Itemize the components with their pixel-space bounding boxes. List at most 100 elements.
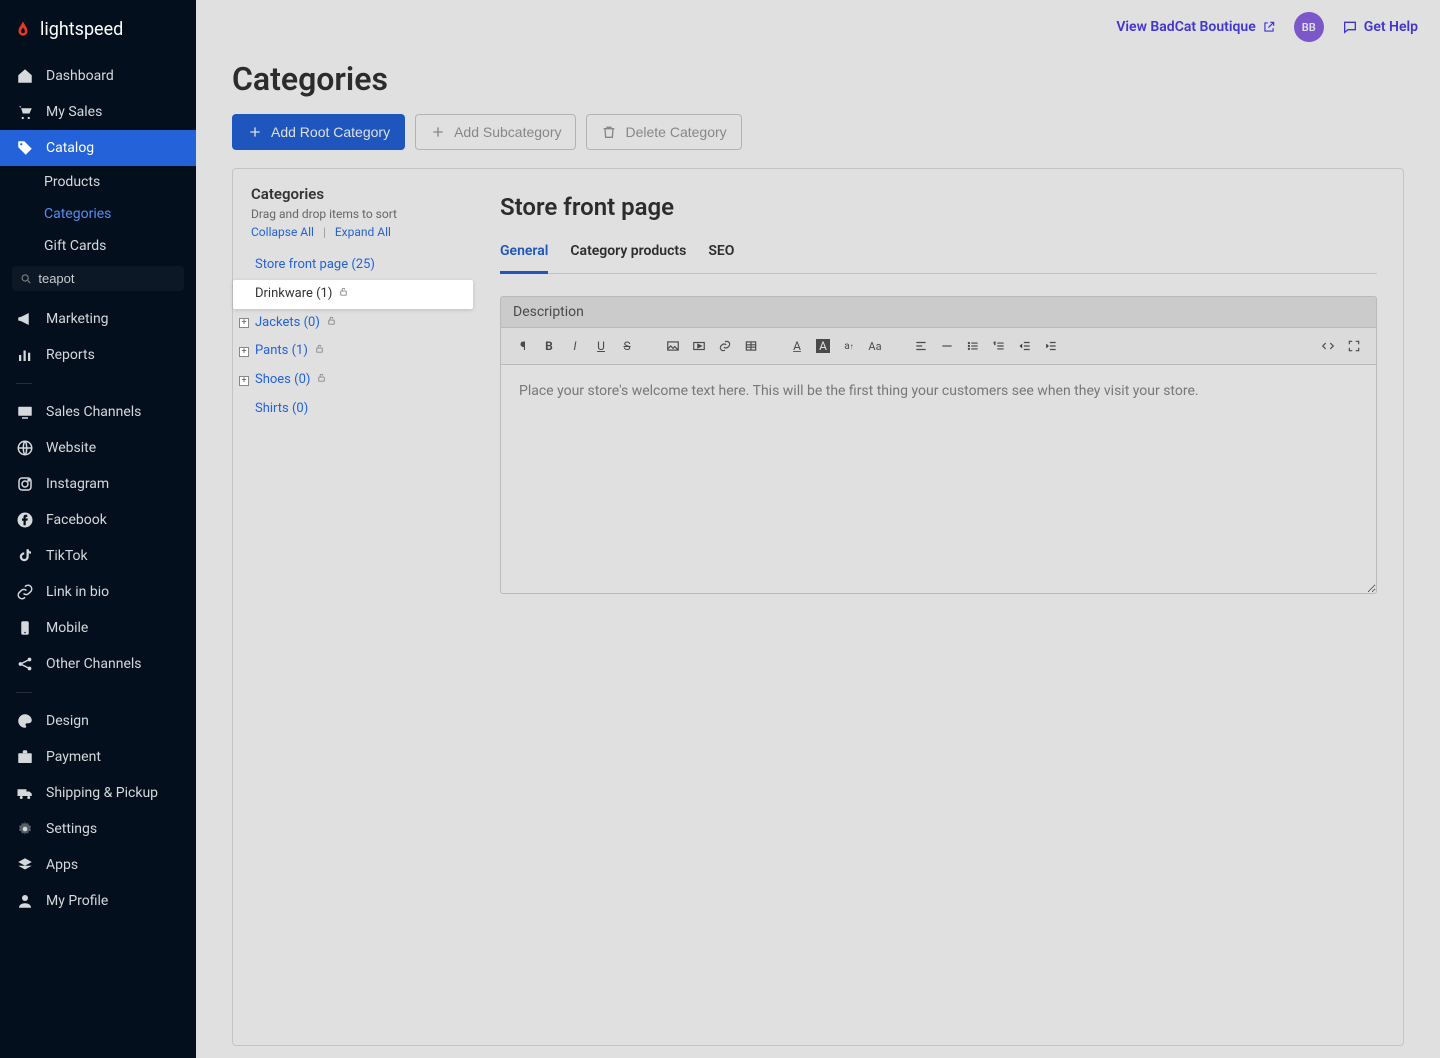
- sidebar-item-reports[interactable]: Reports: [0, 337, 196, 373]
- logo: lightspeed: [0, 0, 196, 58]
- tree-item-drinkware[interactable]: Drinkware (1): [233, 280, 473, 309]
- text-color-icon[interactable]: A: [785, 334, 809, 358]
- svg-text:1: 1: [994, 341, 996, 345]
- underline-icon[interactable]: U: [589, 334, 613, 358]
- expander-icon[interactable]: +: [239, 376, 249, 386]
- strike-icon[interactable]: S: [615, 334, 639, 358]
- tree-item-pants[interactable]: + Pants (1): [233, 337, 473, 366]
- ol-icon[interactable]: 1: [987, 334, 1011, 358]
- sidebar-item-apps[interactable]: Apps: [0, 847, 196, 883]
- plus-icon: [247, 124, 263, 140]
- italic-icon[interactable]: I: [563, 334, 587, 358]
- bg-color-icon[interactable]: A: [811, 334, 835, 358]
- view-store-link[interactable]: View BadCat Boutique: [1116, 19, 1275, 35]
- subitem-gift-cards[interactable]: Gift Cards: [44, 230, 196, 262]
- sidebar-item-shipping[interactable]: Shipping & Pickup: [0, 775, 196, 811]
- avatar[interactable]: BB: [1294, 12, 1324, 42]
- divider: [16, 383, 32, 384]
- sidebar-item-mobile[interactable]: Mobile: [0, 610, 196, 646]
- tree-item-store-front[interactable]: Store front page (25): [233, 251, 473, 280]
- plus-icon: [430, 124, 446, 140]
- sidebar-item-marketing[interactable]: Marketing: [0, 301, 196, 337]
- rte-toolbar: ¶ B I U S A A a↑ Aa: [500, 327, 1377, 364]
- add-subcategory-button[interactable]: Add Subcategory: [415, 114, 576, 150]
- sidebar-item-dashboard[interactable]: Dashboard: [0, 58, 196, 94]
- fullscreen-icon[interactable]: [1342, 334, 1366, 358]
- sidebar-item-label: Sales Channels: [46, 404, 141, 420]
- hr-icon[interactable]: [935, 334, 959, 358]
- case-icon[interactable]: Aa: [863, 334, 887, 358]
- sidebar-search[interactable]: [12, 266, 184, 291]
- flame-icon: [14, 18, 32, 40]
- expander-icon[interactable]: +: [239, 318, 249, 328]
- tag-icon: [16, 139, 34, 157]
- sidebar-item-label: My Sales: [46, 104, 102, 120]
- sidebar-item-label: Payment: [46, 749, 101, 765]
- table-icon[interactable]: [739, 334, 763, 358]
- description-label: Description: [500, 296, 1377, 327]
- paragraph-icon[interactable]: ¶: [511, 334, 535, 358]
- sidebar-item-label: Apps: [46, 857, 78, 873]
- user-icon: [16, 892, 34, 910]
- tree-item-jackets[interactable]: + Jackets (0): [233, 309, 473, 338]
- sidebar-item-label: Dashboard: [46, 68, 114, 84]
- tab-seo[interactable]: SEO: [708, 237, 734, 273]
- megaphone-icon: [16, 310, 34, 328]
- btn-label: Add Subcategory: [454, 124, 561, 140]
- subitem-products[interactable]: Products: [44, 166, 196, 198]
- btn-label: Add Root Category: [271, 124, 390, 140]
- bold-icon[interactable]: B: [537, 334, 561, 358]
- sidebar-item-link-in-bio[interactable]: Link in bio: [0, 574, 196, 610]
- sidebar-item-label: Design: [46, 713, 89, 729]
- sidebar-item-website[interactable]: Website: [0, 430, 196, 466]
- tree-list: Store front page (25) Drinkware (1) + Ja…: [233, 251, 473, 424]
- sidebar-item-my-profile[interactable]: My Profile: [0, 883, 196, 919]
- video-icon[interactable]: [687, 334, 711, 358]
- delete-category-button[interactable]: Delete Category: [586, 114, 741, 150]
- sidebar-item-payment[interactable]: Payment: [0, 739, 196, 775]
- sidebar-item-sales-channels[interactable]: Sales Channels: [0, 394, 196, 430]
- get-help-link[interactable]: Get Help: [1342, 19, 1418, 35]
- sidebar-item-label: Website: [46, 440, 96, 456]
- editor-panel: Store front page General Category produc…: [474, 169, 1403, 1045]
- subitem-categories[interactable]: Categories: [44, 198, 196, 230]
- page-title: Categories: [196, 42, 1440, 114]
- mobile-icon: [16, 619, 34, 637]
- sidebar-item-design[interactable]: Design: [0, 703, 196, 739]
- align-icon[interactable]: [909, 334, 933, 358]
- lock-icon: [326, 313, 337, 334]
- topbar: View BadCat Boutique BB Get Help: [196, 0, 1440, 42]
- outdent-icon[interactable]: [1013, 334, 1037, 358]
- sidebar-item-instagram[interactable]: Instagram: [0, 466, 196, 502]
- link-tool-icon[interactable]: [713, 334, 737, 358]
- sidebar-item-label: My Profile: [46, 893, 108, 909]
- lock-icon: [314, 341, 325, 362]
- tree-item-shoes[interactable]: + Shoes (0): [233, 366, 473, 395]
- image-icon[interactable]: [661, 334, 685, 358]
- description-editor[interactable]: Place your store's welcome text here. Th…: [500, 364, 1377, 594]
- tab-general[interactable]: General: [500, 237, 548, 274]
- font-size-icon[interactable]: a↑: [837, 334, 861, 358]
- sidebar-item-other-channels[interactable]: Other Channels: [0, 646, 196, 682]
- catalog-submenu: Products Categories Gift Cards: [0, 166, 196, 262]
- sidebar-item-catalog[interactable]: Catalog: [0, 130, 196, 166]
- tree-item-shirts[interactable]: Shirts (0): [233, 395, 473, 424]
- expander-icon[interactable]: +: [239, 347, 249, 357]
- sidebar-item-facebook[interactable]: Facebook: [0, 502, 196, 538]
- sidebar-item-label: Reports: [46, 347, 95, 363]
- code-view-icon[interactable]: [1316, 334, 1340, 358]
- category-tree-panel: Categories Drag and drop items to sort C…: [233, 169, 474, 1045]
- expand-all-link[interactable]: Expand All: [335, 225, 391, 239]
- separator: |: [323, 225, 326, 239]
- indent-icon[interactable]: [1039, 334, 1063, 358]
- sidebar-item-tiktok[interactable]: TikTok: [0, 538, 196, 574]
- collapse-all-link[interactable]: Collapse All: [251, 225, 314, 239]
- view-store-label: View BadCat Boutique: [1116, 19, 1255, 35]
- search-input[interactable]: [38, 271, 176, 286]
- ul-icon[interactable]: [961, 334, 985, 358]
- tab-category-products[interactable]: Category products: [570, 237, 686, 273]
- sidebar-item-my-sales[interactable]: My Sales: [0, 94, 196, 130]
- sidebar-item-settings[interactable]: Settings: [0, 811, 196, 847]
- add-root-category-button[interactable]: Add Root Category: [232, 114, 405, 150]
- sidebar: lightspeed Dashboard My Sales Catalog Pr…: [0, 0, 196, 1058]
